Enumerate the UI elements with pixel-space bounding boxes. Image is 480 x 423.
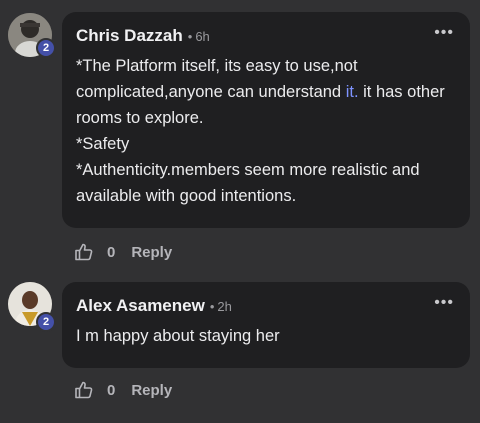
timestamp: 2h <box>217 299 232 314</box>
comment-bubble: Chris Dazzah • 6h ••• *The Platform itse… <box>62 12 470 228</box>
more-options-icon[interactable]: ••• <box>434 25 454 41</box>
separator-dot: • <box>209 299 215 314</box>
timestamp: 6h <box>195 29 210 44</box>
comment-text: I m happy about staying her <box>76 323 456 349</box>
comment-line: *Safety <box>76 135 130 153</box>
author-name[interactable]: Alex Asamenew <box>76 296 205 316</box>
reply-button[interactable]: Reply <box>131 244 172 261</box>
text-segment: *The Platform itself, its easy to use,no… <box>76 57 358 101</box>
comment-line: *The Platform itself, its easy to use,no… <box>76 53 456 131</box>
comment-bubble: Alex Asamenew • 2h ••• I m happy about s… <box>62 282 470 368</box>
more-options-icon[interactable]: ••• <box>434 295 454 311</box>
comment-line: I m happy about staying her <box>76 327 280 345</box>
like-thumb-icon[interactable] <box>74 380 94 400</box>
like-thumb-icon[interactable] <box>74 242 94 262</box>
comment-actions: 0 Reply <box>74 378 172 402</box>
author-name[interactable]: Chris Dazzah <box>76 26 183 46</box>
like-count: 0 <box>107 243 116 261</box>
separator-dot: • <box>187 29 193 44</box>
reply-button[interactable]: Reply <box>131 382 172 399</box>
badge-count: 2 <box>36 312 56 332</box>
comment-text: *The Platform itself, its easy to use,no… <box>76 53 456 209</box>
like-count: 0 <box>107 381 116 399</box>
comment-line: *Authenticity.members seem more realisti… <box>76 161 420 205</box>
badge-count: 2 <box>36 38 56 58</box>
comment-actions: 0 Reply <box>74 240 172 264</box>
comment-header: Alex Asamenew • 2h <box>76 296 456 318</box>
link-text[interactable]: it. <box>346 83 359 101</box>
comment-header: Chris Dazzah • 6h <box>76 26 456 48</box>
